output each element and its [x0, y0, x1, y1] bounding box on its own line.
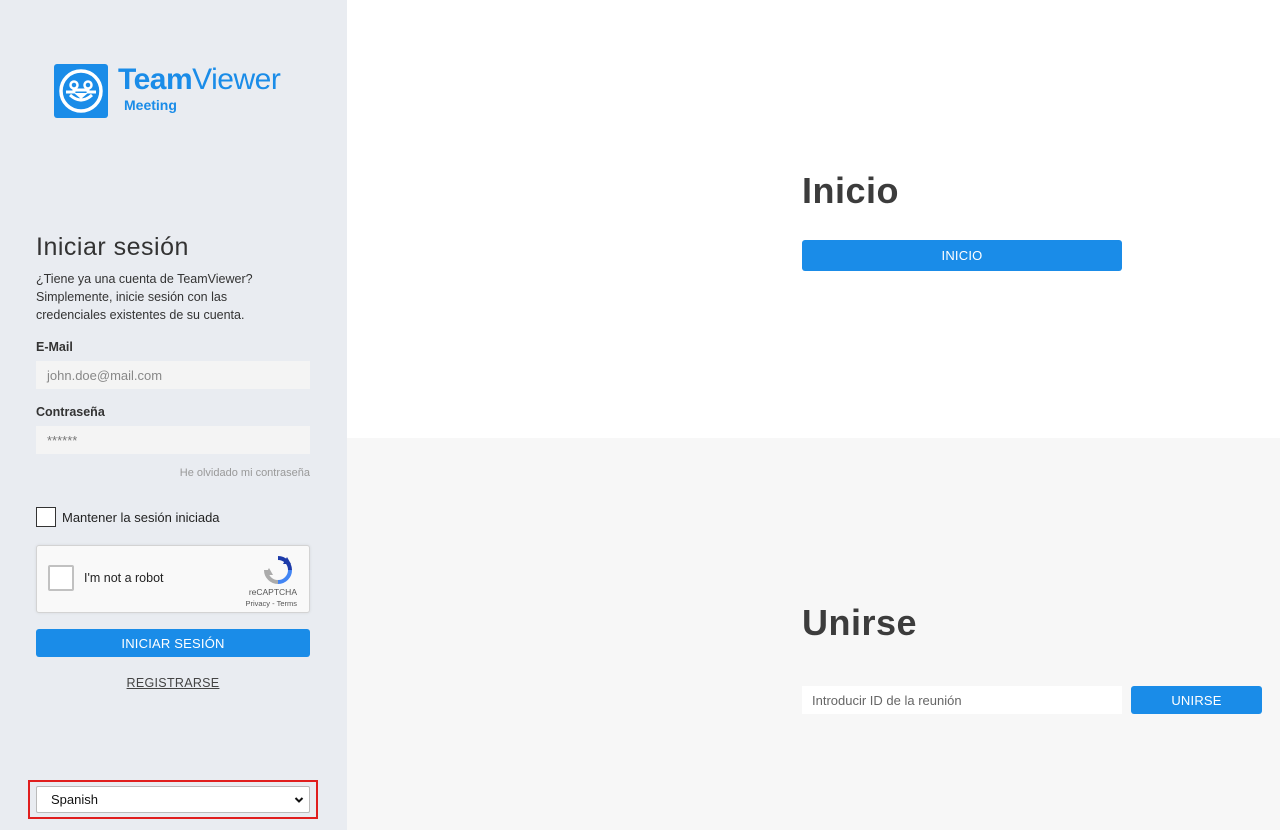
brand-product: Meeting: [124, 97, 177, 113]
start-button[interactable]: INICIO: [802, 240, 1122, 271]
login-button[interactable]: INICIAR SESIÓN: [36, 629, 310, 657]
register-link[interactable]: REGISTRARSE: [36, 676, 310, 690]
teamviewer-logo: TeamViewer Meeting: [54, 63, 281, 118]
recaptcha-widget: I'm not a robot reCAPTCHA Privacy - Term…: [36, 545, 310, 613]
language-selected-value: Spanish: [51, 792, 98, 807]
recaptcha-icon: [264, 556, 292, 584]
recaptcha-terms[interactable]: Privacy - Terms: [245, 599, 297, 608]
recaptcha-checkbox[interactable]: [48, 565, 74, 591]
login-description: ¿Tiene ya una cuenta de TeamViewer? Simp…: [36, 272, 253, 322]
password-label: Contraseña: [36, 405, 105, 419]
recaptcha-brand: reCAPTCHA: [248, 587, 297, 597]
start-heading: Inicio: [802, 170, 900, 211]
password-field[interactable]: ******: [36, 426, 310, 454]
email-label: E-Mail: [36, 340, 73, 354]
email-field[interactable]: john.doe@mail.com: [36, 361, 310, 389]
join-button[interactable]: UNIRSE: [1131, 686, 1262, 714]
recaptcha-label: I'm not a robot: [84, 571, 164, 585]
start-section: [347, 0, 1280, 438]
language-select[interactable]: Spanish: [36, 786, 310, 813]
forgot-password-link[interactable]: He olvidado mi contraseña: [180, 467, 310, 479]
keep-session-label: Mantener la sesión iniciada: [62, 509, 220, 525]
keep-session-option[interactable]: Mantener la sesión iniciada: [36, 507, 220, 527]
join-heading: Unirse: [802, 602, 918, 643]
brand-name: TeamViewer: [118, 63, 281, 96]
keep-session-checkbox[interactable]: [36, 507, 56, 527]
login-title: Iniciar sesión: [36, 233, 189, 261]
teamviewer-logo-icon: [54, 64, 108, 118]
chevron-down-icon: [294, 797, 304, 803]
meeting-id-input[interactable]: Introducir ID de la reunión: [802, 686, 1122, 714]
